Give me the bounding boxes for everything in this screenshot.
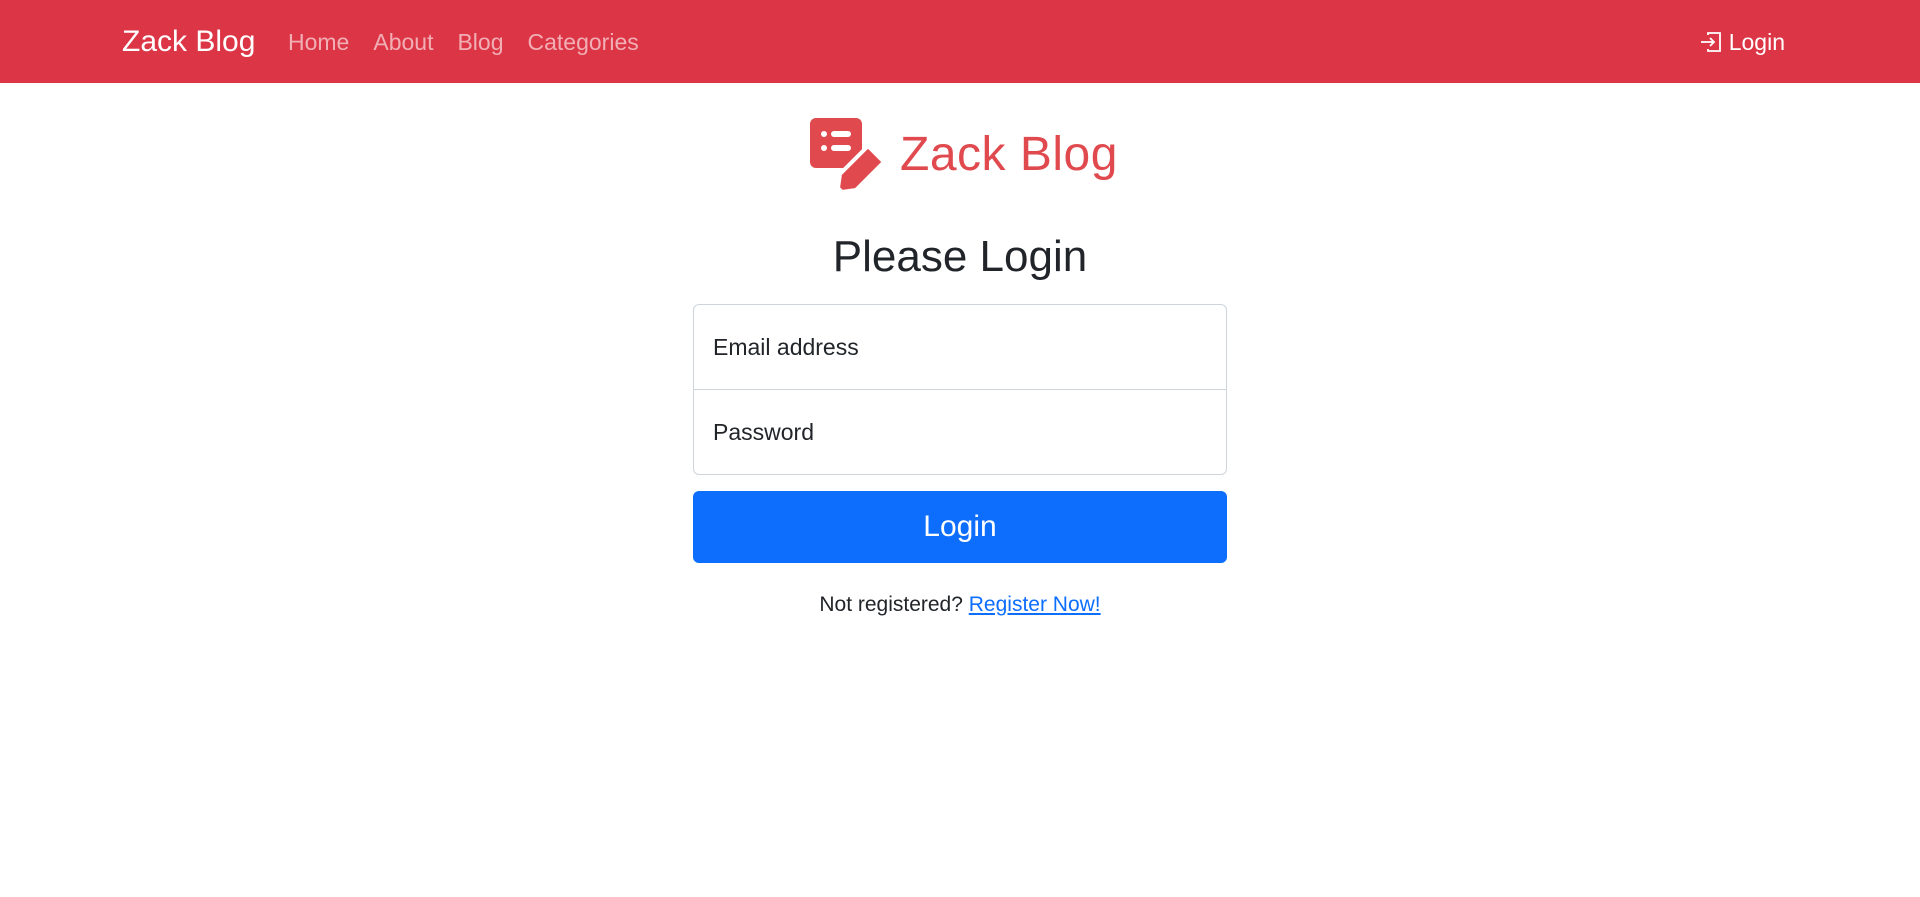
register-link[interactable]: Register Now!	[969, 593, 1101, 616]
nav-login-label: Login	[1728, 28, 1785, 55]
email-field[interactable]	[693, 304, 1227, 390]
list-with-pencil-icon	[810, 118, 886, 194]
nav-link-categories[interactable]: Categories	[528, 24, 639, 60]
register-prompt: Not registered? Register Now!	[0, 590, 1920, 620]
nav-login-link[interactable]: Login	[1699, 24, 1785, 60]
login-form: Login	[693, 304, 1227, 563]
page-title: Please Login	[832, 232, 1088, 281]
password-field[interactable]	[693, 389, 1227, 475]
navbar: Zack Blog Home About Blog Categories Log…	[0, 0, 1920, 83]
login-button[interactable]: Login	[693, 491, 1227, 563]
box-arrow-in-right-icon	[1700, 32, 1721, 52]
logo: Zack Blog	[808, 116, 1118, 194]
nav-links: Home About Blog Categories	[288, 24, 663, 60]
nav-link-blog[interactable]: Blog	[457, 24, 503, 60]
logo-text: Zack Blog	[900, 128, 1118, 181]
nav-link-about[interactable]: About	[373, 24, 433, 60]
navbar-brand[interactable]: Zack Blog	[122, 22, 255, 62]
nav-link-home[interactable]: Home	[288, 24, 349, 60]
register-prompt-text: Not registered?	[819, 593, 963, 616]
